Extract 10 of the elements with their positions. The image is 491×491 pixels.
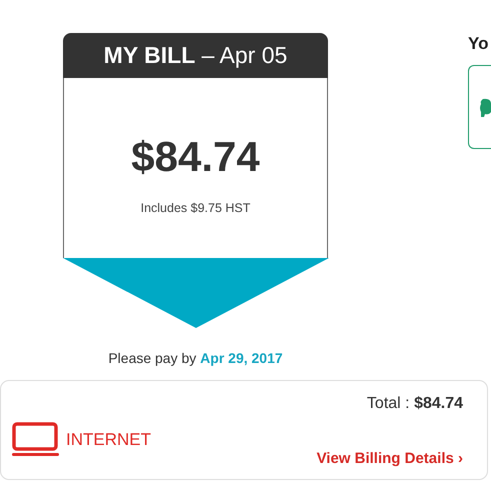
total-amount: Total : $84.74 <box>366 395 463 413</box>
pay-by-date: Apr 29, 2017 <box>200 350 283 366</box>
pay-by-label: Please pay by <box>108 350 196 366</box>
service-name: INTERNET <box>66 430 151 450</box>
bill-amount: $84.74 <box>131 133 260 181</box>
billing-details-link[interactable]: View Billing Details › <box>316 450 463 467</box>
laptop-icon <box>12 422 60 458</box>
tax-note: Includes $9.75 HST <box>140 201 250 215</box>
section-heading: Yo <box>468 34 490 54</box>
bill-title: MY BILL – Apr 05 <box>104 42 288 69</box>
